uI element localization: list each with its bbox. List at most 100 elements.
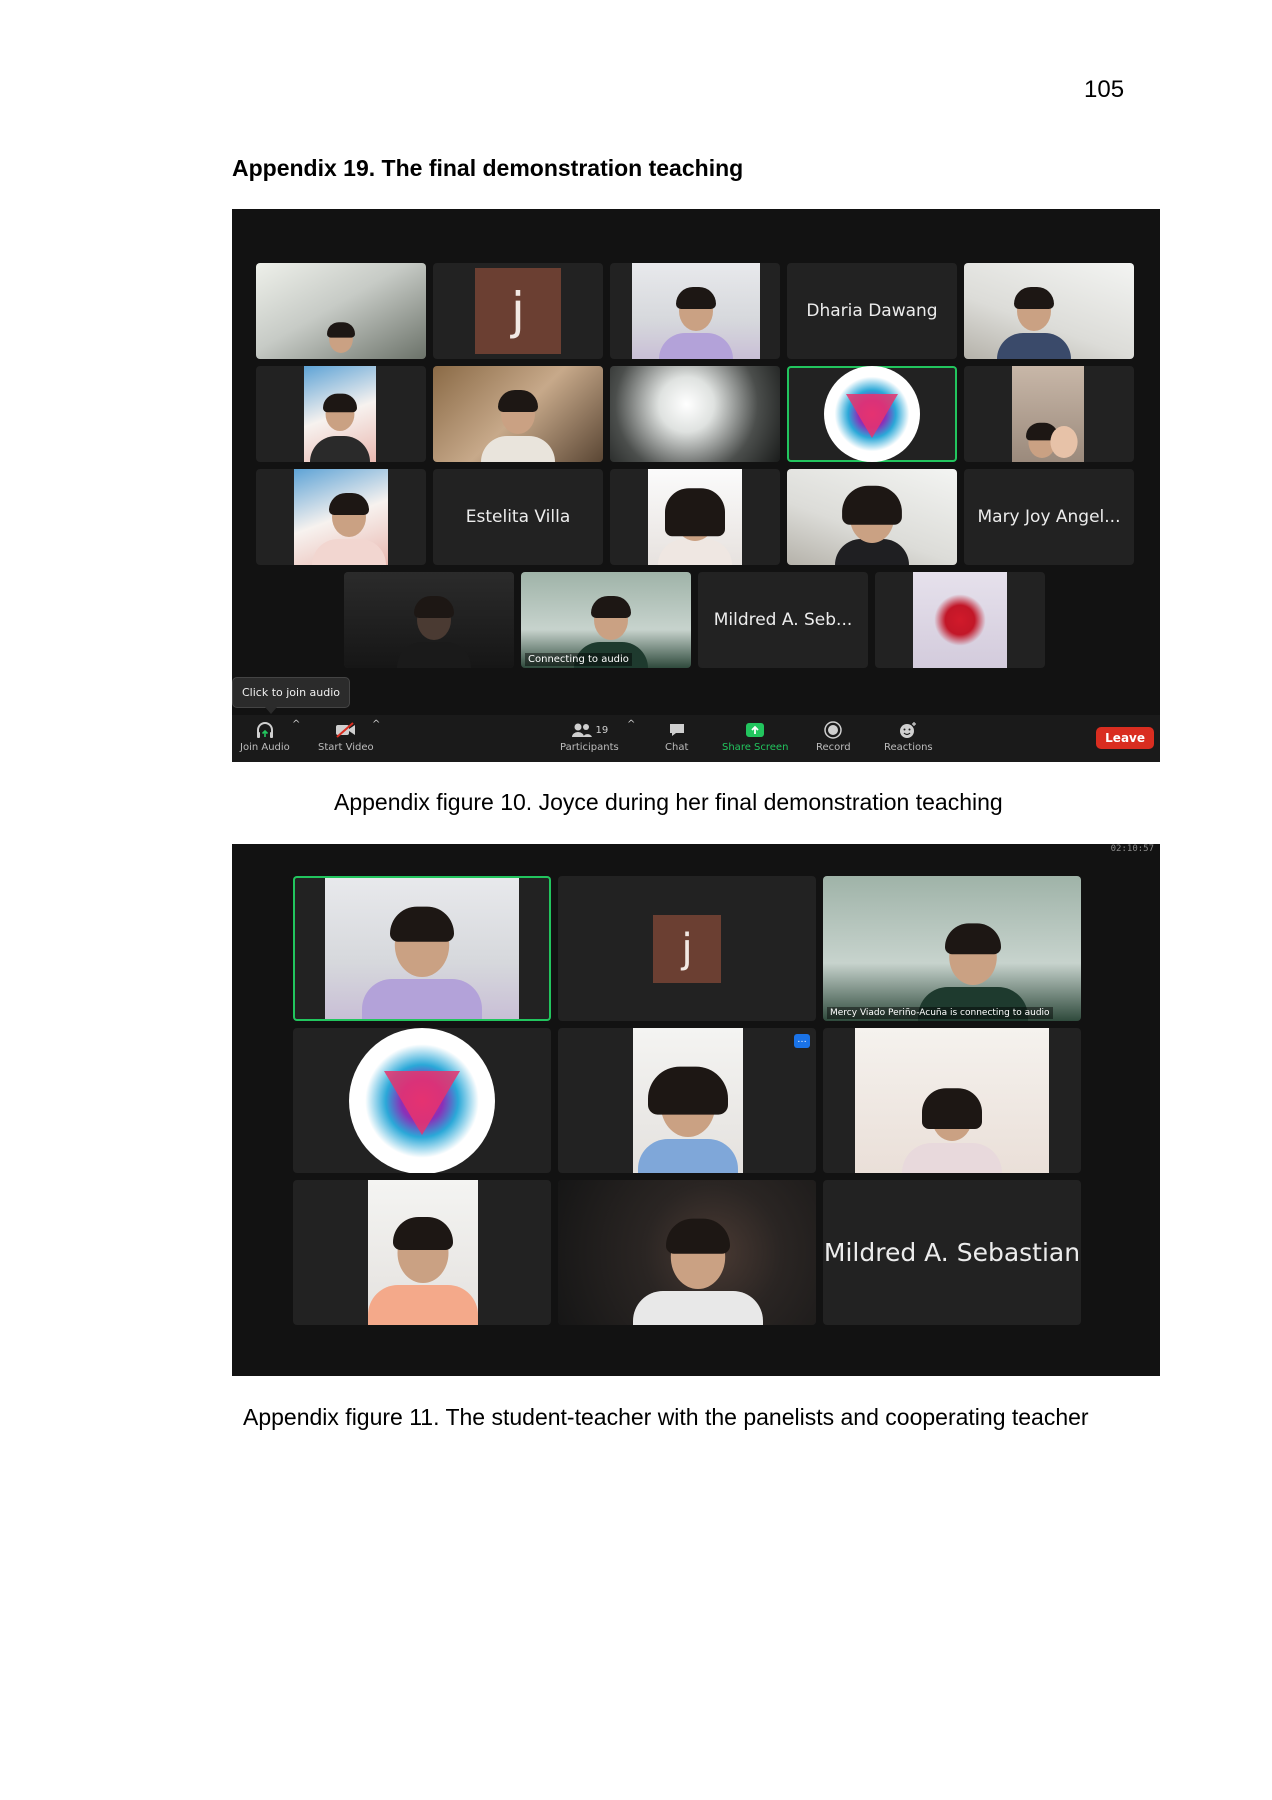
participant-video [256, 263, 426, 359]
video-tile [433, 366, 603, 462]
person-figure [997, 287, 1071, 359]
join-audio-tooltip: Click to join audio [232, 677, 351, 714]
name-tile: Mary Joy Angel... [964, 469, 1134, 565]
chat-icon [665, 720, 688, 740]
person-figure [310, 393, 370, 462]
record-label: Record [816, 742, 851, 753]
leave-button[interactable]: Leave [1096, 727, 1154, 749]
participant-name: Mary Joy Angel... [977, 507, 1121, 527]
participant-name: Estelita Villa [465, 507, 571, 527]
participant-video [648, 469, 742, 565]
start-video-button[interactable]: Start Video [318, 720, 374, 753]
page-number: 105 [1084, 76, 1125, 103]
participant-video [344, 572, 514, 668]
name-tile: Dharia Dawang [787, 263, 957, 359]
active-speaker-tile [293, 876, 551, 1021]
zoom-screenshot-figure-11: 02:10:57 j Mercy Viado Periño-Acuña is c… [232, 844, 1160, 1376]
video-tile [293, 1180, 551, 1325]
person-figure [835, 485, 909, 565]
video-tile: … [558, 1028, 816, 1173]
person-figure [902, 1088, 1002, 1173]
meeting-timer: 02:10:57 [1110, 844, 1154, 854]
video-off-icon [318, 720, 374, 740]
name-tile: Mildred A. Seb... [698, 572, 868, 668]
video-tile: Mercy Viado Periño-Acuña is connecting t… [823, 876, 1081, 1021]
share-screen-icon [722, 720, 788, 740]
participant-video [1012, 366, 1084, 462]
logo-avatar [824, 366, 920, 462]
person-figure [638, 1066, 738, 1173]
participant-name: Dharia Dawang [806, 301, 938, 321]
person-figure [481, 390, 555, 462]
person-figure [368, 1217, 478, 1325]
join-audio-label: Join Audio [240, 742, 290, 753]
person-figure [633, 1218, 763, 1325]
connecting-audio-status: Connecting to audio [525, 653, 632, 666]
audio-options-caret[interactable]: ^ [292, 719, 300, 730]
participant-video [823, 876, 1081, 1021]
figure-11-caption: Appendix figure 11. The student-teacher … [243, 1404, 1089, 1430]
video-tile: Connecting to audio [521, 572, 691, 668]
participant-video [558, 1180, 816, 1325]
flower-image [934, 594, 986, 646]
active-speaker-tile [787, 366, 957, 462]
connecting-audio-status: Mercy Viado Periño-Acuña is connecting t… [827, 1007, 1053, 1019]
chat-label: Chat [665, 742, 689, 753]
participant-video [325, 878, 519, 1019]
participant-video [433, 366, 603, 462]
video-tile [875, 572, 1045, 668]
start-video-label: Start Video [318, 742, 374, 753]
person-figure [312, 493, 386, 565]
video-tile [344, 572, 514, 668]
video-tile [823, 1028, 1081, 1173]
video-tile [256, 263, 426, 359]
avatar-tile: j [433, 263, 603, 359]
participant-video [632, 263, 760, 359]
video-tile [256, 366, 426, 462]
video-tile [610, 469, 780, 565]
reactions-label: Reactions [884, 742, 933, 753]
share-screen-button[interactable]: Share Screen [722, 720, 788, 753]
avatar: j [475, 268, 561, 354]
headphones-icon [240, 720, 290, 740]
video-tile [964, 263, 1134, 359]
person-figure [658, 488, 732, 565]
avatar-tile: j [558, 876, 816, 1021]
participants-count: 19 [595, 724, 609, 736]
video-tile [610, 366, 780, 462]
record-button[interactable]: Record [816, 720, 851, 753]
video-tile [787, 469, 957, 565]
appendix-title: Appendix 19. The final demonstration tea… [232, 155, 744, 181]
record-icon [816, 720, 851, 740]
more-options-icon[interactable]: … [794, 1034, 810, 1048]
video-options-caret[interactable]: ^ [372, 719, 380, 730]
participant-video [787, 469, 957, 565]
participant-video [294, 469, 388, 565]
chat-button[interactable]: Chat [665, 720, 688, 753]
person-figure [1047, 422, 1081, 462]
participants-caret[interactable]: ^ [627, 719, 635, 730]
avatar: j [653, 914, 721, 983]
join-audio-button[interactable]: Join Audio [240, 720, 290, 753]
reactions-button[interactable]: Reactions [884, 720, 933, 753]
person-figure [659, 287, 733, 359]
participant-name: Mildred A. Sebastian [823, 1238, 1081, 1267]
video-tile [558, 1180, 816, 1325]
logo-triangle [384, 1071, 460, 1136]
name-tile: Mildred A. Sebastian [823, 1180, 1081, 1325]
person-figure [397, 596, 471, 668]
video-tile [256, 469, 426, 565]
participant-video [368, 1180, 478, 1325]
participant-video [610, 366, 780, 462]
meeting-toolbar: Join Audio ^ Start Video ^ 19 Participan… [232, 715, 1160, 762]
participant-video [855, 1028, 1049, 1173]
reactions-icon [884, 720, 933, 740]
share-screen-label: Share Screen [722, 742, 789, 753]
participant-video [964, 263, 1134, 359]
participants-button[interactable]: 19 Participants [560, 720, 619, 753]
logo-tile [293, 1028, 551, 1173]
video-tile [964, 366, 1134, 462]
name-tile: Estelita Villa [433, 469, 603, 565]
participant-video [304, 366, 376, 462]
logo-avatar [349, 1028, 495, 1173]
